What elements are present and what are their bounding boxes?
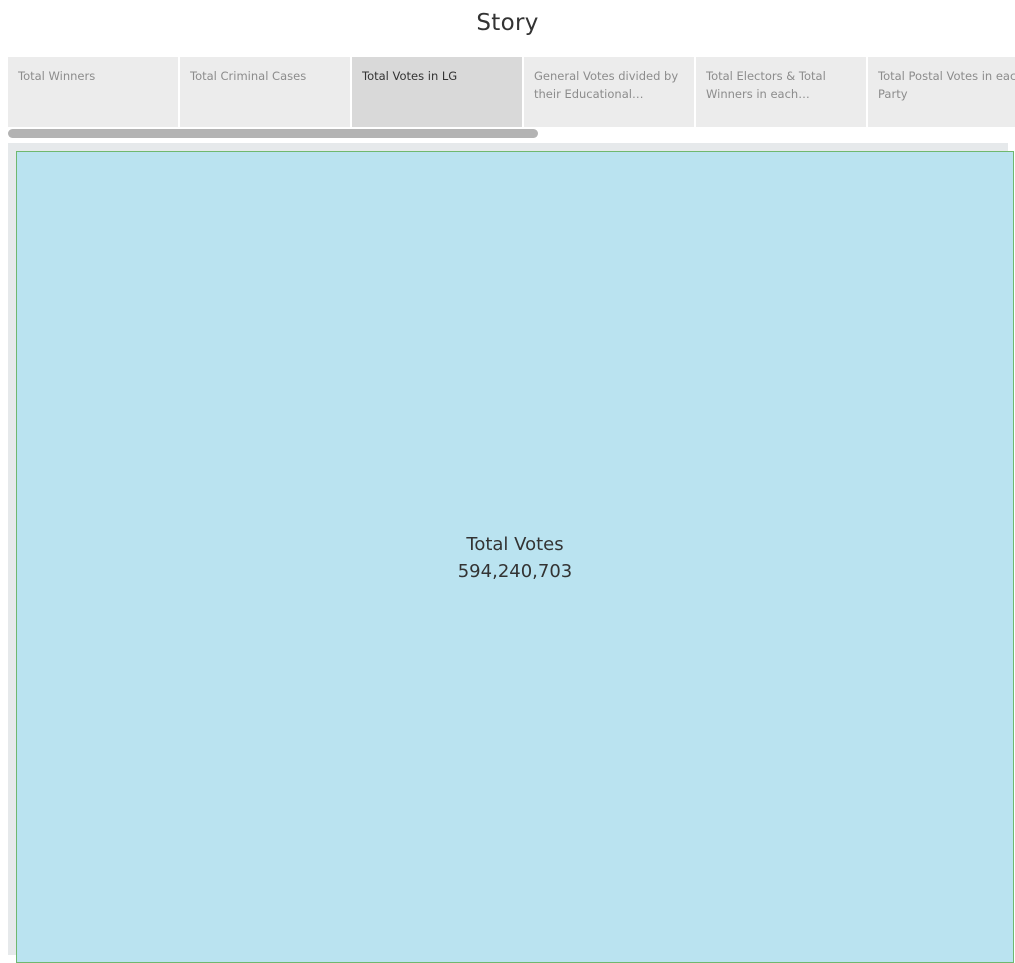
tab-label: Total Criminal Cases [190,69,307,83]
story-point-tab-general-votes-education[interactable]: General Votes divided by their Education… [524,57,694,127]
story-title: Story [476,10,539,36]
story-point-tab-electors-winners[interactable]: Total Electors & Total Winners in each C… [696,57,866,127]
total-votes-mark[interactable]: Total Votes 594,240,703 [16,151,1014,963]
tab-label: Total Postal Votes in each Party [878,69,1015,101]
story-point-tab-total-votes-in-lg[interactable]: Total Votes in LG [352,57,522,127]
tab-label: Total Electors & Total Winners in each C… [706,69,826,101]
tab-label: Total Winners [18,69,96,83]
measure-value-label: 594,240,703 [457,561,573,582]
story-point-tab-postal-votes[interactable]: Total Postal Votes in each Party [868,57,1015,127]
tab-label: Total Votes in LG [362,69,458,83]
measure-name-label: Total Votes [466,534,564,555]
tabs-horizontal-scrollbar[interactable] [8,129,538,138]
story-point-tab-total-criminal-cases[interactable]: Total Criminal Cases [180,57,350,127]
story-point-tab-total-winners[interactable]: Total Winners [8,57,178,127]
tab-label: General Votes divided by their Education… [534,69,679,101]
story-navigator: Total Winners Total Criminal Cases Total… [8,57,1015,127]
